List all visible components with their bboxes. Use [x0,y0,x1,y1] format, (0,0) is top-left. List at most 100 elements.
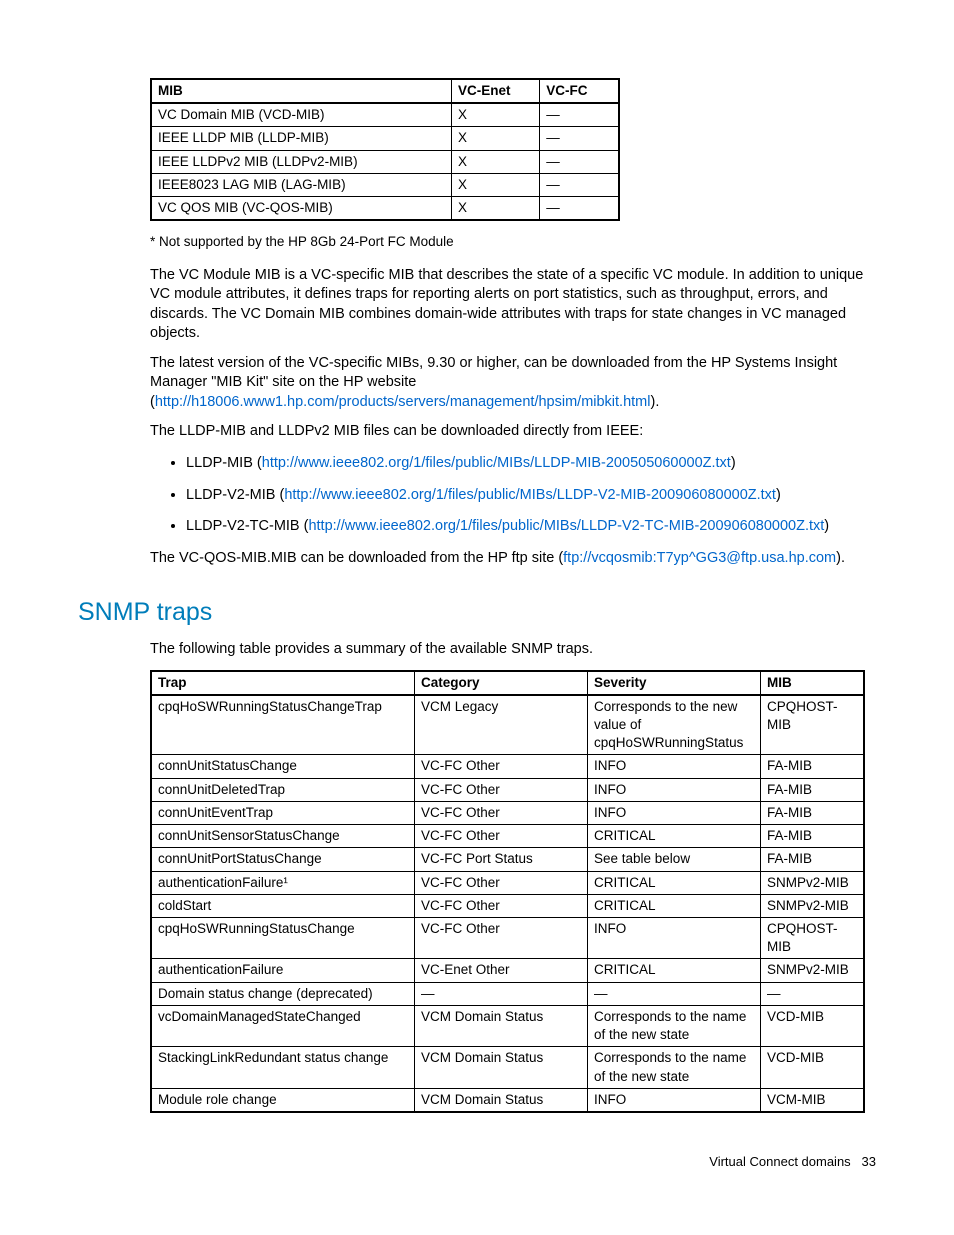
table-cell: VCM Domain Status [415,1047,588,1088]
table-cell: FA-MIB [761,848,865,871]
table-cell: Domain status change (deprecated) [151,982,415,1005]
col-mib: MIB [151,79,451,103]
col-severity: Severity [588,671,761,695]
text: ) [776,487,781,503]
table-cell: VC-Enet Other [415,959,588,982]
list-item: LLDP-MIB (http://www.ieee802.org/1/files… [186,452,876,474]
table-cell: VCM-MIB [761,1088,865,1112]
table-row: IEEE LLDPv2 MIB (LLDPv2-MIB)X— [151,150,619,173]
list-item: LLDP-V2-TC-MIB (http://www.ieee802.org/1… [186,515,876,537]
col-category: Category [415,671,588,695]
table-cell: connUnitEventTrap [151,801,415,824]
table-cell: VCD-MIB [761,1047,865,1088]
table-cell: CPQHOST-MIB [761,695,865,755]
table-cell: INFO [588,778,761,801]
table-cell: VC QOS MIB (VC-QOS-MIB) [151,197,451,221]
table-cell: X [451,127,539,150]
table-cell: — [415,982,588,1005]
table-cell: cpqHoSWRunningStatusChangeTrap [151,695,415,755]
table-row: IEEE8023 LAG MIB (LAG-MIB)X— [151,173,619,196]
download-link[interactable]: http://www.ieee802.org/1/files/public/MI… [308,518,824,534]
table-cell: SNMPv2-MIB [761,959,865,982]
col-mib: MIB [761,671,865,695]
table-cell: INFO [588,1088,761,1112]
table-row: cpqHoSWRunningStatusChangeVC-FC OtherINF… [151,918,864,959]
text: ) [824,518,829,534]
table-row: connUnitStatusChangeVC-FC OtherINFOFA-MI… [151,755,864,778]
table-row: vcDomainManagedStateChangedVCM Domain St… [151,1005,864,1046]
ftp-link[interactable]: ftp://vcqosmib:T7yp^GG3@ftp.usa.hp.com [563,550,836,566]
table-cell: SNMPv2-MIB [761,871,865,894]
table-cell: CRITICAL [588,894,761,917]
table-cell: INFO [588,801,761,824]
table-row: connUnitSensorStatusChangeVC-FC OtherCRI… [151,825,864,848]
mib-table: MIB VC-Enet VC-FC VC Domain MIB (VCD-MIB… [150,78,620,221]
download-link[interactable]: http://www.ieee802.org/1/files/public/MI… [262,455,731,471]
table-cell: VCM Domain Status [415,1088,588,1112]
table-cell: — [761,982,865,1005]
table-cell: CRITICAL [588,959,761,982]
table-cell: Module role change [151,1088,415,1112]
table-row: Module role changeVCM Domain StatusINFOV… [151,1088,864,1112]
page-number: 33 [862,1154,876,1169]
col-vcfc: VC-FC [540,79,619,103]
table-cell: INFO [588,755,761,778]
table-cell: X [451,150,539,173]
table-cell: VC-FC Other [415,755,588,778]
table-cell: — [540,127,619,150]
table-header: MIB VC-Enet VC-FC [151,79,619,103]
table-cell: connUnitPortStatusChange [151,848,415,871]
table-cell: connUnitSensorStatusChange [151,825,415,848]
table-cell: cpqHoSWRunningStatusChange [151,918,415,959]
table-cell: IEEE LLDP MIB (LLDP-MIB) [151,127,451,150]
table-cell: CRITICAL [588,825,761,848]
table-cell: — [540,103,619,127]
table-row: coldStartVC-FC OtherCRITICALSNMPv2-MIB [151,894,864,917]
page-footer: Virtual Connect domains 33 [78,1153,876,1171]
table-cell: — [540,150,619,173]
table-cell: SNMPv2-MIB [761,894,865,917]
footer-text: Virtual Connect domains [709,1154,850,1169]
table-cell: coldStart [151,894,415,917]
table-cell: — [540,197,619,221]
table-cell: X [451,197,539,221]
text: The VC-QOS-MIB.MIB can be downloaded fro… [150,550,563,566]
table-cell: CRITICAL [588,871,761,894]
table-cell: VC-FC Other [415,825,588,848]
table-row: VC Domain MIB (VCD-MIB)X— [151,103,619,127]
table-row: connUnitDeletedTrapVC-FC OtherINFOFA-MIB [151,778,864,801]
table-cell: vcDomainManagedStateChanged [151,1005,415,1046]
table-cell: VCD-MIB [761,1005,865,1046]
table-row: IEEE LLDP MIB (LLDP-MIB)X— [151,127,619,150]
table-row: StackingLinkRedundant status changeVCM D… [151,1047,864,1088]
text: LLDP-V2-TC-MIB ( [186,518,308,534]
table-cell: StackingLinkRedundant status change [151,1047,415,1088]
table-cell: IEEE LLDPv2 MIB (LLDPv2-MIB) [151,150,451,173]
table-row: connUnitPortStatusChangeVC-FC Port Statu… [151,848,864,871]
table-cell: Corresponds to the name of the new state [588,1047,761,1088]
paragraph: The LLDP-MIB and LLDPv2 MIB files can be… [150,422,876,442]
paragraph: The latest version of the VC-specific MI… [150,354,876,413]
mibkit-link[interactable]: http://h18006.www1.hp.com/products/serve… [155,394,651,410]
col-trap: Trap [151,671,415,695]
table-cell: — [540,173,619,196]
text: ) [731,455,736,471]
download-link[interactable]: http://www.ieee802.org/1/files/public/MI… [284,487,776,503]
download-list: LLDP-MIB (http://www.ieee802.org/1/files… [150,452,876,537]
table-cell: authenticationFailure [151,959,415,982]
table-row: authenticationFailure¹VC-FC OtherCRITICA… [151,871,864,894]
table-cell: authenticationFailure¹ [151,871,415,894]
table-cell: — [588,982,761,1005]
table-cell: connUnitStatusChange [151,755,415,778]
table-cell: X [451,103,539,127]
table-cell: VCM Legacy [415,695,588,755]
table-cell: X [451,173,539,196]
table-row: VC QOS MIB (VC-QOS-MIB)X— [151,197,619,221]
table-cell: connUnitDeletedTrap [151,778,415,801]
table-cell: FA-MIB [761,801,865,824]
table-cell: VC Domain MIB (VCD-MIB) [151,103,451,127]
text: LLDP-MIB ( [186,455,262,471]
table-cell: VC-FC Other [415,894,588,917]
section-heading: SNMP traps [78,596,876,630]
paragraph: The VC-QOS-MIB.MIB can be downloaded fro… [150,549,876,569]
